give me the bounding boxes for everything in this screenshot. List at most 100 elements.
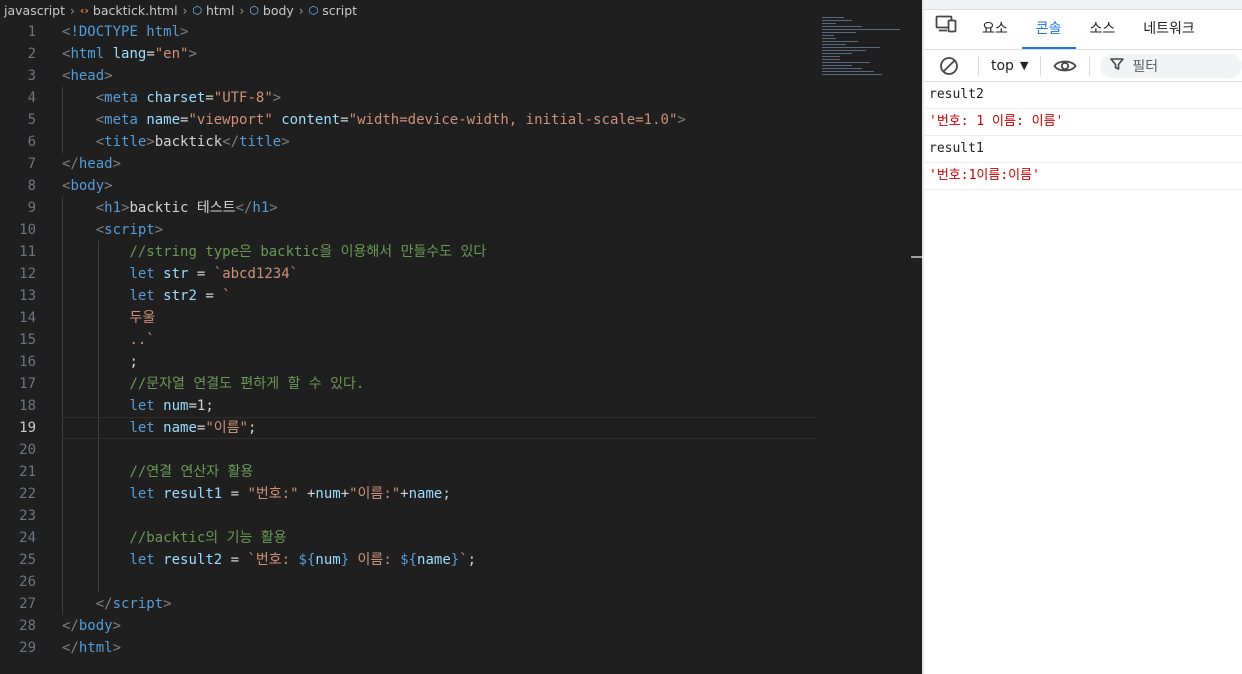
code-text[interactable]: let str2 = ` [62, 285, 230, 307]
code-text[interactable]: </script> [62, 593, 172, 615]
code-line[interactable]: 20 [0, 439, 922, 461]
code-text[interactable]: <html lang="en"> [62, 43, 197, 65]
code-token: backtic 테스트 [129, 200, 236, 216]
code-text[interactable]: 두울 [62, 307, 155, 329]
code-token: + [400, 486, 409, 502]
code-line[interactable]: 12 let str = `abcd1234` [0, 263, 922, 285]
code-line[interactable]: 5 <meta name="viewport" content="width=d… [0, 109, 922, 131]
code-text[interactable]: //backtic의 기능 활용 [62, 527, 286, 549]
code-editor[interactable]: javascript › ‹› backtick.html › ⬡ html ›… [0, 0, 922, 674]
scrollbar-marker[interactable] [911, 256, 922, 258]
code-text[interactable]: ; [62, 351, 137, 373]
minimap[interactable] [822, 17, 904, 81]
code-line[interactable]: 26 [0, 571, 922, 593]
code-line[interactable]: 1 <!DOCTYPE html> [0, 21, 922, 43]
code-line[interactable]: 4 <meta charset="UTF-8"> [0, 87, 922, 109]
code-text[interactable]: <meta name="viewport" content="width=dev… [62, 109, 686, 131]
code-line[interactable]: 28 </body> [0, 615, 922, 637]
code-token: > [112, 618, 122, 634]
device-toolbar-icon[interactable] [924, 10, 968, 49]
code-token: < [95, 200, 105, 216]
tab-network[interactable]: 네트워크 [1129, 10, 1209, 49]
console-filter-input[interactable]: 필터 [1100, 53, 1242, 78]
code-token: } [450, 552, 460, 568]
code-line[interactable]: 11 //string type은 backtic을 이용해서 만들수도 있다 [0, 241, 922, 263]
breadcrumb-script[interactable]: script [322, 3, 357, 18]
tab-elements[interactable]: 요소 [968, 10, 1022, 49]
code-text[interactable]: </head> [62, 153, 121, 175]
code-text[interactable]: </html> [62, 637, 121, 659]
code-text[interactable]: <script> [62, 219, 163, 241]
toolbar-divider [978, 55, 979, 76]
code-lines[interactable]: 1 <!DOCTYPE html> 2 <html lang="en"> 3 <head>… [0, 21, 922, 659]
element-cube-icon: ⬡ [249, 4, 259, 17]
code-line[interactable]: 22 let result1 = "번호:" +num+"이름:"+name; [0, 483, 922, 505]
code-token: body [78, 618, 113, 634]
code-token: title [239, 134, 282, 150]
code-line[interactable]: 9 <h1>backtic 테스트</h1> [0, 197, 922, 219]
context-selector[interactable]: top ▼ [983, 50, 1036, 81]
code-text[interactable]: <title>backtick</title> [62, 131, 290, 153]
code-line[interactable]: 8 <body> [0, 175, 922, 197]
code-token: str2 [163, 288, 197, 304]
code-line[interactable]: 24 //backtic의 기능 활용 [0, 527, 922, 549]
indent-guide [62, 197, 63, 615]
breadcrumb-html[interactable]: html [206, 3, 234, 18]
code-text[interactable]: //연결 연산자 활용 [62, 461, 253, 483]
code-line[interactable]: 17 //문자열 연결도 편하게 할 수 있다. [0, 373, 922, 395]
code-token: </ [62, 618, 79, 634]
code-text[interactable]: //string type은 backtic을 이용해서 만들수도 있다 [62, 241, 486, 263]
code-line[interactable]: 23 [0, 505, 922, 527]
code-text[interactable]: </body> [62, 615, 121, 637]
tab-sources[interactable]: 소스 [1076, 10, 1130, 49]
code-line[interactable]: 21 //연결 연산자 활용 [0, 461, 922, 483]
code-token: str [163, 266, 189, 282]
code-text[interactable]: //문자열 연결도 편하게 할 수 있다. [62, 373, 364, 395]
code-text[interactable]: <meta charset="UTF-8"> [62, 87, 282, 109]
code-text[interactable]: let name="이름"; [62, 417, 256, 439]
code-text[interactable]: let result2 = `번호: ${num} 이름: ${name}`; [62, 549, 476, 571]
clear-console-icon[interactable] [924, 50, 974, 81]
code-text[interactable]: let result1 = "번호:" +num+"이름:"+name; [62, 483, 450, 505]
code-text[interactable]: <!DOCTYPE html> [62, 21, 188, 43]
code-token: `번호: [247, 552, 299, 568]
code-line[interactable]: 7 </head> [0, 153, 922, 175]
console-log-line: result2 [924, 82, 1242, 109]
tab-console[interactable]: 콘솔 [1021, 10, 1076, 49]
code-line[interactable]: 13 let str2 = ` [0, 285, 922, 307]
console-string-value: '번호: 1 이름: 이름' [924, 109, 1242, 136]
code-token: > [180, 24, 189, 40]
live-expression-eye-icon[interactable] [1045, 50, 1085, 81]
code-text[interactable]: <head> [62, 65, 113, 87]
code-line[interactable]: 25 let result2 = `번호: ${num} 이름: ${name}… [0, 549, 922, 571]
code-line[interactable]: 16 ; [0, 351, 922, 373]
code-line[interactable]: 14 두울 [0, 307, 922, 329]
code-line[interactable]: 19 let name="이름"; [0, 417, 922, 439]
code-line[interactable]: 15 ..` [0, 329, 922, 351]
code-line[interactable]: 29 </html> [0, 637, 922, 659]
code-text[interactable]: let num=1; [62, 395, 213, 417]
breadcrumb-file[interactable]: backtick.html [93, 3, 178, 18]
code-line[interactable]: 10 <script> [0, 219, 922, 241]
line-number: 23 [19, 508, 36, 524]
code-token: ${ [400, 552, 418, 568]
line-number: 22 [19, 486, 36, 502]
breadcrumb-body[interactable]: body [263, 3, 294, 18]
code-token: //string type은 backtic을 이용해서 만들수도 있다 [129, 244, 487, 260]
code-text[interactable]: ..` [62, 329, 154, 351]
code-line[interactable]: 2 <html lang="en"> [0, 43, 922, 65]
code-line[interactable]: 6 <title>backtick</title> [0, 131, 922, 153]
code-line[interactable]: 3 <head> [0, 65, 922, 87]
code-line[interactable]: 27 </script> [0, 593, 922, 615]
code-text[interactable]: <h1>backtic 테스트</h1> [62, 197, 278, 219]
breadcrumb-folder[interactable]: javascript [4, 3, 65, 18]
code-line[interactable]: 18 let num=1; [0, 395, 922, 417]
code-text[interactable]: <body> [62, 175, 113, 197]
